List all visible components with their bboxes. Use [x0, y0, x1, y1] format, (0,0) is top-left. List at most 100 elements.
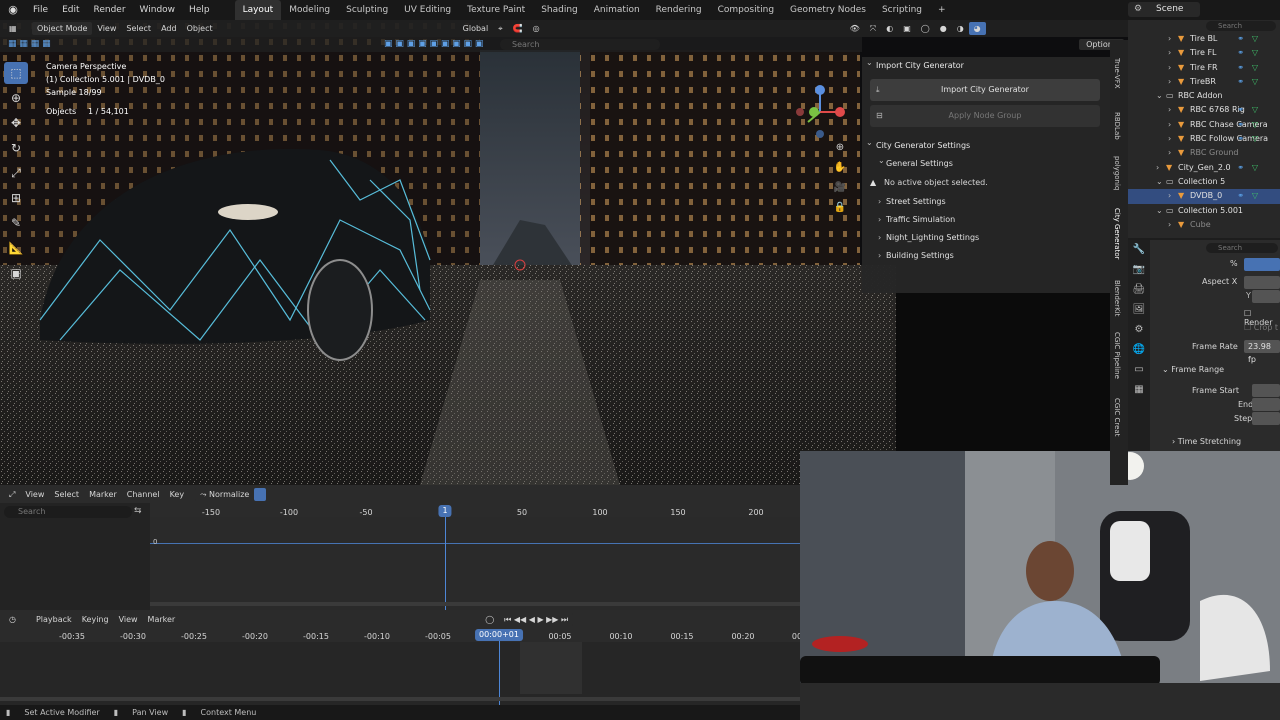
move-tool-icon[interactable]: ✥: [4, 112, 28, 134]
street-settings-subpanel[interactable]: Street Settings: [862, 193, 1110, 211]
outliner-row[interactable]: ⌄ ▭ Collection 5.001: [1128, 204, 1280, 218]
constraint-icon[interactable]: ⚭: [1237, 61, 1244, 75]
expand-chevron-icon[interactable]: ⌄: [1156, 204, 1163, 218]
modifier-icon[interactable]: ▽: [1252, 46, 1258, 60]
tab-uv-editing[interactable]: UV Editing: [396, 0, 459, 20]
camera-view-icon[interactable]: 🎥: [832, 182, 848, 202]
graph-menu-select[interactable]: Select: [49, 488, 84, 501]
scale-tool-icon[interactable]: ⤢: [4, 162, 28, 184]
expand-chevron-icon[interactable]: ›: [1156, 161, 1159, 175]
tab-animation[interactable]: Animation: [586, 0, 648, 20]
graph-menu-key[interactable]: Key: [165, 488, 190, 501]
tab-rendering[interactable]: Rendering: [648, 0, 710, 20]
gizmo-toggle-icon[interactable]: ⤧: [865, 22, 881, 35]
menu-window[interactable]: Window: [133, 0, 183, 20]
measure-tool-icon[interactable]: 📐: [4, 237, 28, 259]
xray-icon[interactable]: ▣: [898, 22, 916, 35]
transform-orientation-dropdown[interactable]: Global: [458, 22, 494, 35]
collection-props-icon[interactable]: ▭: [1128, 360, 1150, 380]
timeline-menu-keying[interactable]: Keying: [77, 613, 114, 626]
expand-chevron-icon[interactable]: ⌄: [1156, 175, 1163, 189]
outliner-row[interactable]: › ▼ RBC Chase Camera ▽ ⚭: [1128, 118, 1280, 132]
filter-icons[interactable]: ▣ ▣ ▣ ▣ ▣ ▣ ▣ ▣ ▣: [384, 39, 483, 49]
frame-end-field[interactable]: [1252, 398, 1280, 411]
graph-editor-type-icon[interactable]: ⤢: [4, 488, 20, 501]
tab-rbdlab[interactable]: RBDLab: [1113, 112, 1121, 140]
cursor-tool-icon[interactable]: ⊕: [4, 87, 28, 109]
blender-logo-icon[interactable]: ◉: [6, 3, 20, 17]
outliner-row[interactable]: › ▼ Tire BL ▽ ⚭: [1128, 32, 1280, 46]
transform-tool-icon[interactable]: ⊞: [4, 187, 28, 209]
overlay-toggle-icon[interactable]: ◐: [881, 22, 898, 35]
modifier-icon[interactable]: ▽: [1252, 161, 1258, 175]
timeline-playhead[interactable]: [499, 634, 500, 705]
scene-selector[interactable]: ⚙ Scene: [1128, 2, 1200, 17]
modifier-icon[interactable]: ▽: [1252, 132, 1258, 146]
lock-icon[interactable]: 🔒: [832, 202, 848, 222]
constraint-icon[interactable]: ⚭: [1237, 132, 1244, 146]
menu-render[interactable]: Render: [87, 0, 133, 20]
tab-shading[interactable]: Shading: [533, 0, 586, 20]
snap-icon[interactable]: 🧲: [508, 22, 528, 35]
tab-texture-paint[interactable]: Texture Paint: [459, 0, 533, 20]
tab-cgic-pipeline[interactable]: CGIC Pipeline: [1113, 332, 1121, 379]
frame-step-field[interactable]: [1252, 412, 1280, 425]
viewport-search-input[interactable]: Search: [500, 39, 660, 50]
timeline-menu-playback[interactable]: Playback: [31, 613, 77, 626]
viewport-menu-select[interactable]: Select: [121, 22, 156, 35]
frame-range-header[interactable]: ⌄ Frame Range: [1162, 365, 1224, 374]
tool-props-icon[interactable]: 🔧: [1128, 240, 1150, 260]
normalize-toggle[interactable]: ⤳ Normalize: [195, 487, 255, 501]
tab-cgic-create[interactable]: CGIC Creat: [1113, 398, 1121, 436]
object-mode-dropdown[interactable]: Object Mode: [32, 22, 93, 35]
add-cube-tool-icon[interactable]: ▣: [4, 262, 28, 284]
import-city-generator-header[interactable]: Import City Generator: [862, 54, 1110, 75]
graph-playhead[interactable]: [445, 509, 446, 610]
timeline-area[interactable]: -00:35 -00:30 -00:25 -00:20 -00:15 -00:1…: [0, 628, 800, 705]
proportional-icon[interactable]: ◎: [528, 22, 545, 35]
pivot-icon[interactable]: ⌖: [493, 22, 508, 35]
outliner-search-input[interactable]: Search: [1206, 21, 1276, 31]
select-box-tool-icon[interactable]: ⬚: [4, 62, 28, 84]
apply-node-group-button[interactable]: ⊟ Apply Node Group: [870, 105, 1100, 127]
aspect-x-field[interactable]: [1244, 276, 1280, 289]
tab-sculpting[interactable]: Sculpting: [338, 0, 396, 20]
record-icon[interactable]: ◯: [480, 613, 499, 626]
time-stretching-header[interactable]: › Time Stretching: [1172, 437, 1241, 446]
timeline-menu-marker[interactable]: Marker: [143, 613, 181, 626]
timeline-editor-type-icon[interactable]: ◷: [4, 613, 21, 626]
tab-city-generator[interactable]: City Generator: [1113, 208, 1121, 260]
expand-chevron-icon[interactable]: ⌄: [1156, 89, 1163, 103]
outliner-row[interactable]: › ▼ Tire FL ▽ ⚭: [1128, 46, 1280, 60]
constraint-icon[interactable]: ⚭: [1237, 189, 1244, 203]
menu-help[interactable]: Help: [182, 0, 217, 20]
shading-wire-icon[interactable]: ◯: [916, 22, 935, 35]
viewport-menu-add[interactable]: Add: [156, 22, 182, 35]
timeline-current-time[interactable]: 00:00+01: [475, 629, 523, 641]
modifier-icon[interactable]: ▽: [1252, 189, 1258, 203]
expand-chevron-icon[interactable]: ›: [1168, 132, 1171, 146]
import-city-generator-button[interactable]: ⤓ Import City Generator: [870, 79, 1100, 101]
editor-type-icon[interactable]: ▦: [4, 22, 18, 35]
aspect-y-field[interactable]: [1252, 290, 1280, 303]
menu-file[interactable]: File: [26, 0, 55, 20]
timeline-scrollbar[interactable]: [0, 697, 800, 701]
world-props-icon[interactable]: 🌐: [1128, 340, 1150, 360]
viewport-menu-object[interactable]: Object: [182, 22, 218, 35]
modifier-icon[interactable]: ▽: [1252, 61, 1258, 75]
general-settings-subpanel[interactable]: General Settings: [862, 152, 1110, 173]
graph-search-input[interactable]: Search: [4, 506, 132, 518]
tab-polygoniq[interactable]: polygoniq: [1113, 156, 1121, 190]
graph-menu-view[interactable]: View: [20, 488, 49, 501]
outliner-row[interactable]: › ▼ RBC Follow Camera ▽ ⚭: [1128, 132, 1280, 146]
zoom-icon[interactable]: ⊕: [832, 142, 848, 162]
expand-chevron-icon[interactable]: ›: [1168, 61, 1171, 75]
outliner-row[interactable]: › ▼ RBC 6768 Rig ▽ ⚭: [1128, 103, 1280, 117]
expand-chevron-icon[interactable]: ›: [1168, 118, 1171, 132]
tab-layout[interactable]: Layout: [234, 0, 282, 20]
constraint-icon[interactable]: ⚭: [1237, 75, 1244, 89]
render-props-icon[interactable]: 📷: [1128, 260, 1150, 280]
traffic-simulation-subpanel[interactable]: Traffic Simulation: [862, 211, 1110, 229]
outliner-row[interactable]: ⌄ ▭ Collection 5: [1128, 175, 1280, 189]
constraint-icon[interactable]: ⚭: [1237, 118, 1244, 132]
